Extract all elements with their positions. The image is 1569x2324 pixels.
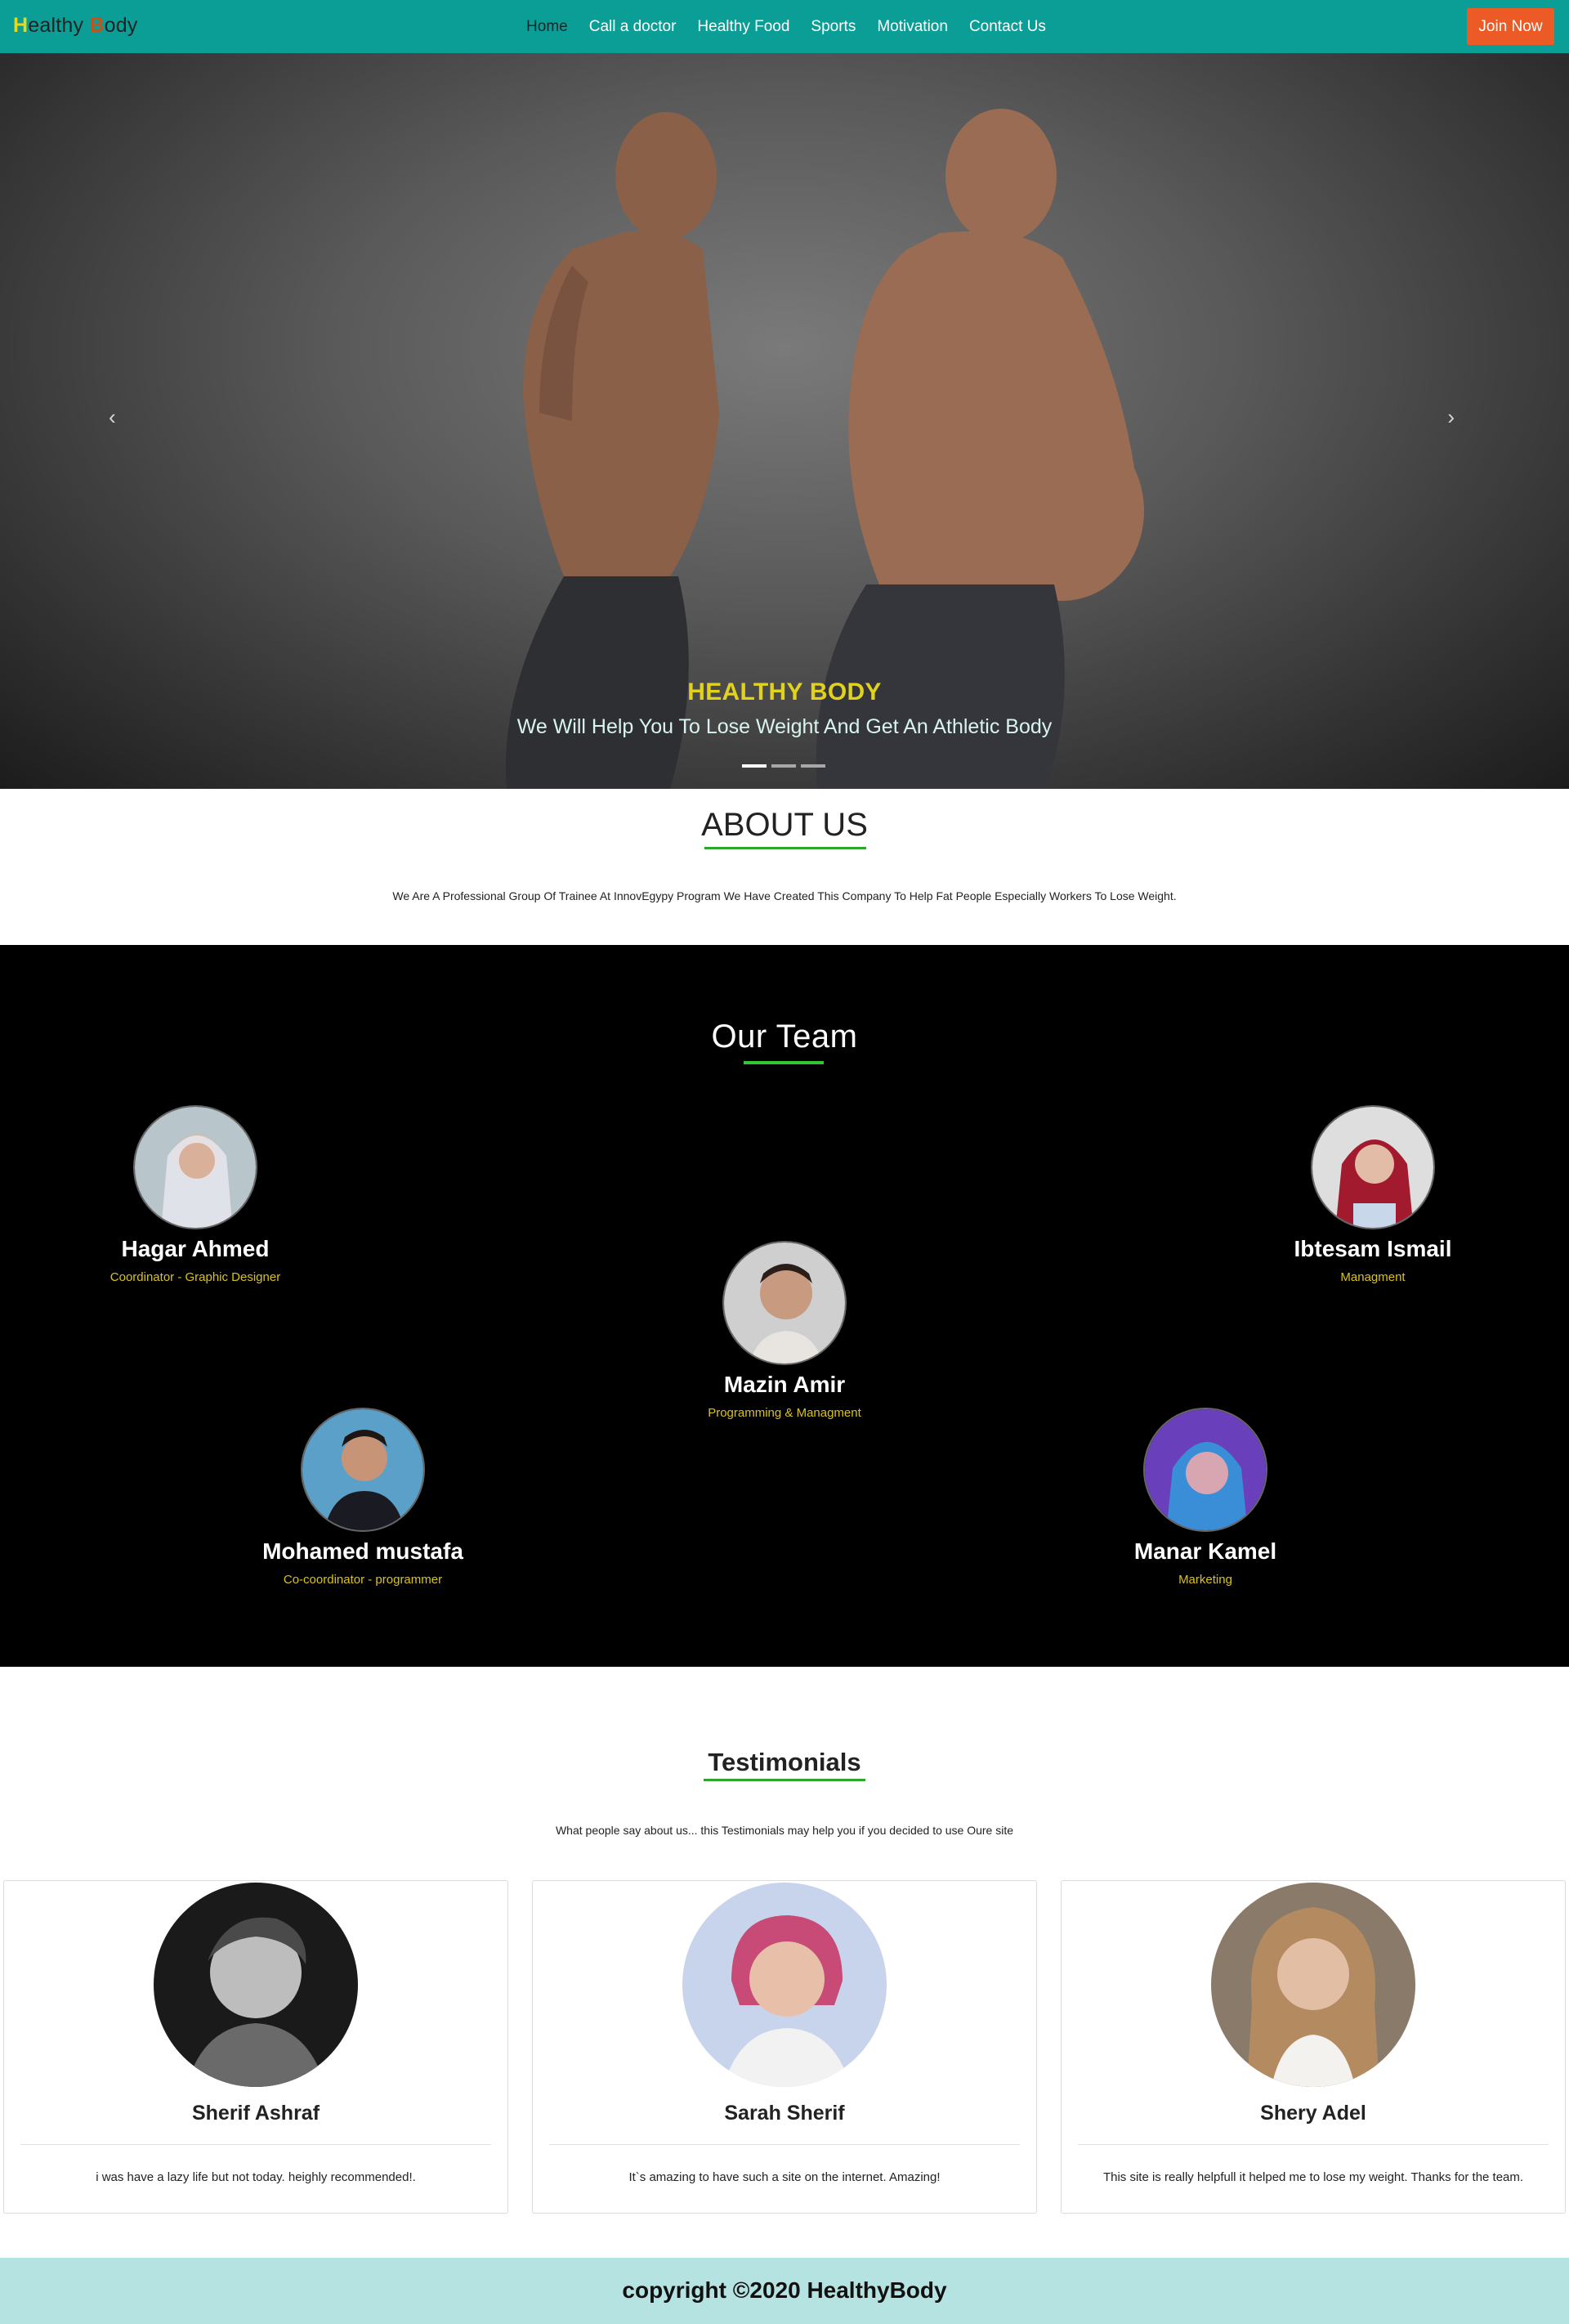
about-underline: [704, 847, 866, 849]
nav-contact-us[interactable]: Contact Us: [969, 18, 1046, 36]
team-member-mazin: Mazin Amir Programming & Managment: [662, 1241, 907, 1420]
carousel-next-icon[interactable]: ›: [1447, 405, 1455, 430]
member-name: Ibtesam Ismail: [1294, 1236, 1452, 1261]
join-now-button[interactable]: Join Now: [1467, 8, 1554, 45]
testimonial-quote: This site is really helpfull it helped m…: [1102, 2170, 1524, 2184]
carousel-prev-icon[interactable]: ‹: [109, 405, 116, 430]
member-photo: [1311, 1105, 1435, 1229]
carousel-indicator-2[interactable]: [771, 764, 796, 768]
team-section: Our Team Hagar Ahmed Coordinator - Graph…: [0, 945, 1569, 1667]
testimonial-quote: It`s amazing to have such a site on the …: [628, 2170, 941, 2184]
testimonial-name: Shery Adel: [1260, 2102, 1366, 2125]
navbar: Healthy Body Home Call a doctor Healthy …: [0, 0, 1569, 53]
about-text: We Are A Professional Group Of Trainee A…: [392, 889, 1177, 902]
nav-motivation[interactable]: Motivation: [877, 18, 948, 36]
testimonial-name: Sherif Ashraf: [191, 2102, 320, 2125]
team-title: Our Team: [711, 1019, 858, 1055]
member-photo: [1143, 1408, 1267, 1532]
testimonial-card-sherif: Sherif Ashraf i was have a lazy life but…: [3, 1880, 508, 2214]
carousel-indicator-1[interactable]: [742, 764, 767, 768]
testimonial-name: Sarah Sherif: [724, 2102, 845, 2125]
carousel-indicator-3[interactable]: [801, 764, 825, 768]
testimonials-subtitle: What people say about us... this Testimo…: [555, 1824, 1014, 1837]
member-name: Manar Kamel: [1133, 1538, 1277, 1564]
testimonials-title: Testimonials: [708, 1748, 861, 1776]
testimonials-underline: [704, 1779, 865, 1781]
hero-subtitle: We Will Help You To Lose Weight And Get …: [516, 715, 1053, 738]
nav-sports[interactable]: Sports: [811, 18, 856, 36]
testimonial-card-shery: Shery Adel This site is really helpfull …: [1061, 1880, 1566, 2214]
member-name: Mazin Amir: [723, 1372, 846, 1397]
footer: copyright ©2020 HealthyBody: [0, 2258, 1569, 2324]
team-member-mohamed: Mohamed mustafa Co-coordinator - program…: [240, 1408, 485, 1587]
member-role: Co-coordinator - programmer: [283, 1573, 443, 1587]
nav-home[interactable]: Home: [526, 18, 568, 36]
nav-call-a-doctor[interactable]: Call a doctor: [589, 18, 677, 36]
testimonial-avatar: [682, 1883, 887, 2087]
team-member-manar: Manar Kamel Marketing: [1083, 1408, 1328, 1587]
member-photo: [133, 1105, 257, 1229]
testimonial-divider: [1078, 2144, 1549, 2145]
testimonial-divider: [549, 2144, 1020, 2145]
testimonial-avatar: [154, 1883, 358, 2087]
member-role: Programming & Managment: [708, 1406, 861, 1420]
testimonial-card-sarah: Sarah Sherif It`s amazing to have such a…: [532, 1880, 1037, 2214]
footer-copyright: copyright ©2020 HealthyBody: [622, 2277, 947, 2303]
member-role: Managment: [1340, 1270, 1406, 1284]
about-title: ABOUT US: [701, 807, 868, 843]
testimonial-avatar: [1211, 1883, 1415, 2087]
testimonial-divider: [20, 2144, 491, 2145]
member-name: Mohamed mustafa: [262, 1538, 463, 1564]
team-underline: [744, 1061, 824, 1064]
member-photo: [722, 1241, 847, 1365]
member-role: Coordinator - Graphic Designer: [110, 1270, 281, 1284]
team-member-ibtesam: Ibtesam Ismail Managment: [1250, 1105, 1495, 1284]
hero-title: HEALTHY BODY: [687, 678, 882, 705]
member-role: Marketing: [1178, 1573, 1232, 1587]
testimonial-quote: i was have a lazy life but not today. he…: [96, 2170, 416, 2184]
team-member-hagar: Hagar Ahmed Coordinator - Graphic Design…: [73, 1105, 318, 1284]
carousel-indicators: [742, 764, 825, 768]
nav-healthy-food[interactable]: Healthy Food: [697, 18, 789, 36]
nav-links: Home Call a doctor Healthy Food Sports M…: [0, 0, 1569, 53]
member-photo: [301, 1408, 425, 1532]
hero-carousel: ‹ › HEALTHY BODY We Will Help You To Los…: [0, 53, 1569, 789]
member-name: Hagar Ahmed: [121, 1236, 270, 1261]
